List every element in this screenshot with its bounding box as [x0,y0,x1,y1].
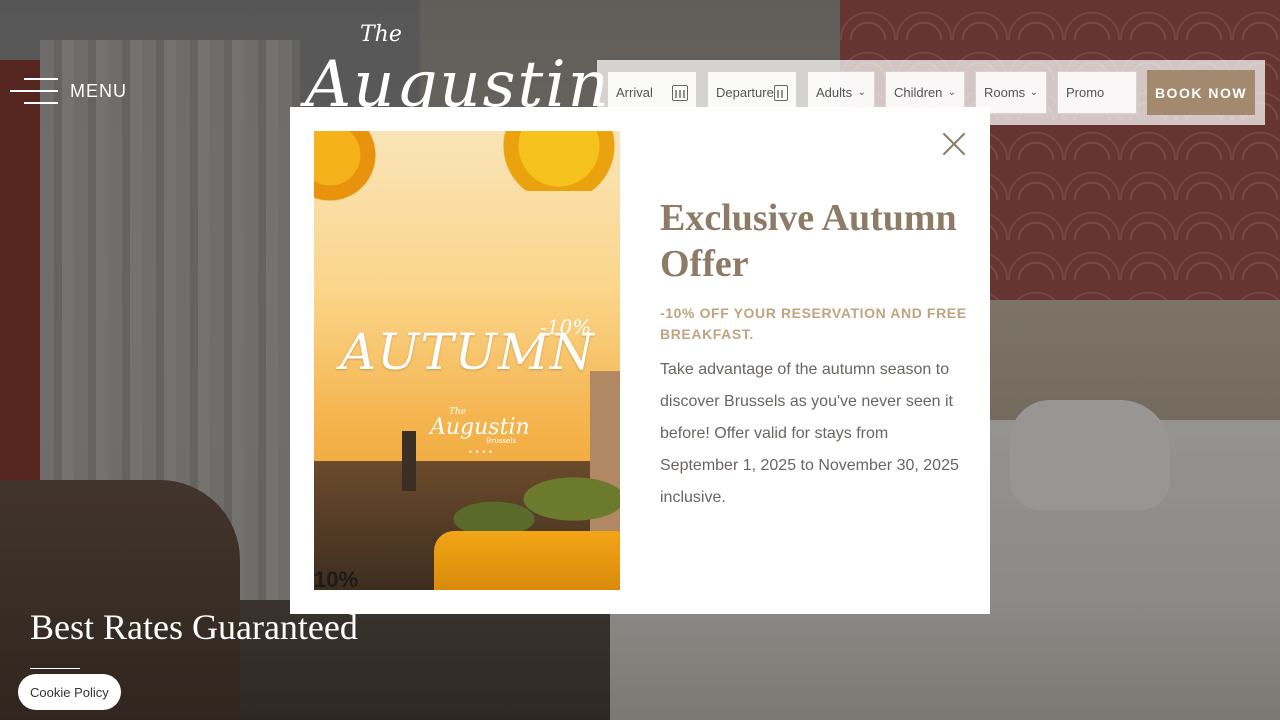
arrival-placeholder: Arrival [616,85,653,100]
tagline-divider [30,668,80,669]
offer-modal: -10% AUTUMN The Augustin Brussels •••• 1… [290,107,990,614]
menu-button[interactable]: MENU [10,76,127,106]
promo-logo-city: Brussels [486,437,517,445]
rooms-label: Rooms [984,85,1026,100]
promo-logo-stars: •••• [468,448,495,457]
chevron-down-icon: ⌄ [1029,87,1038,98]
adults-label: Adults [816,85,853,100]
menu-label: MENU [70,80,127,101]
promo-code-input[interactable]: Promo [1057,71,1137,114]
hamburger-icon [10,76,58,106]
offer-subtitle: -10% OFF YOUR RESERVATION AND FREE BREAK… [660,305,967,342]
promo-placeholder: Promo [1066,85,1105,100]
close-icon[interactable] [941,131,967,157]
yellow-hedge [434,531,620,590]
promo-title-text: AUTUMN [340,323,595,381]
autumn-leaves-right [484,131,620,191]
offer-title: Exclusive Autumn Offer [660,197,957,285]
autumn-promo-image: -10% AUTUMN The Augustin Brussels •••• 1… [314,131,620,590]
offer-description: Take advantage of the autumn season to d… [660,361,959,506]
calendar-icon [773,84,788,101]
promo-bottom-text: 10% [314,567,359,590]
autumn-leaves-left [314,131,384,221]
cookie-policy-button[interactable]: Cookie Policy [18,674,121,710]
book-now-button[interactable]: BOOK NOW [1147,70,1255,115]
chevron-down-icon: ⌄ [947,87,956,98]
departure-placeholder: Departure [716,85,774,100]
logo-the: The [360,22,402,47]
calendar-icon [672,84,688,101]
children-label: Children [894,85,943,100]
chevron-down-icon: ⌄ [857,87,866,98]
church-tower [402,431,416,491]
